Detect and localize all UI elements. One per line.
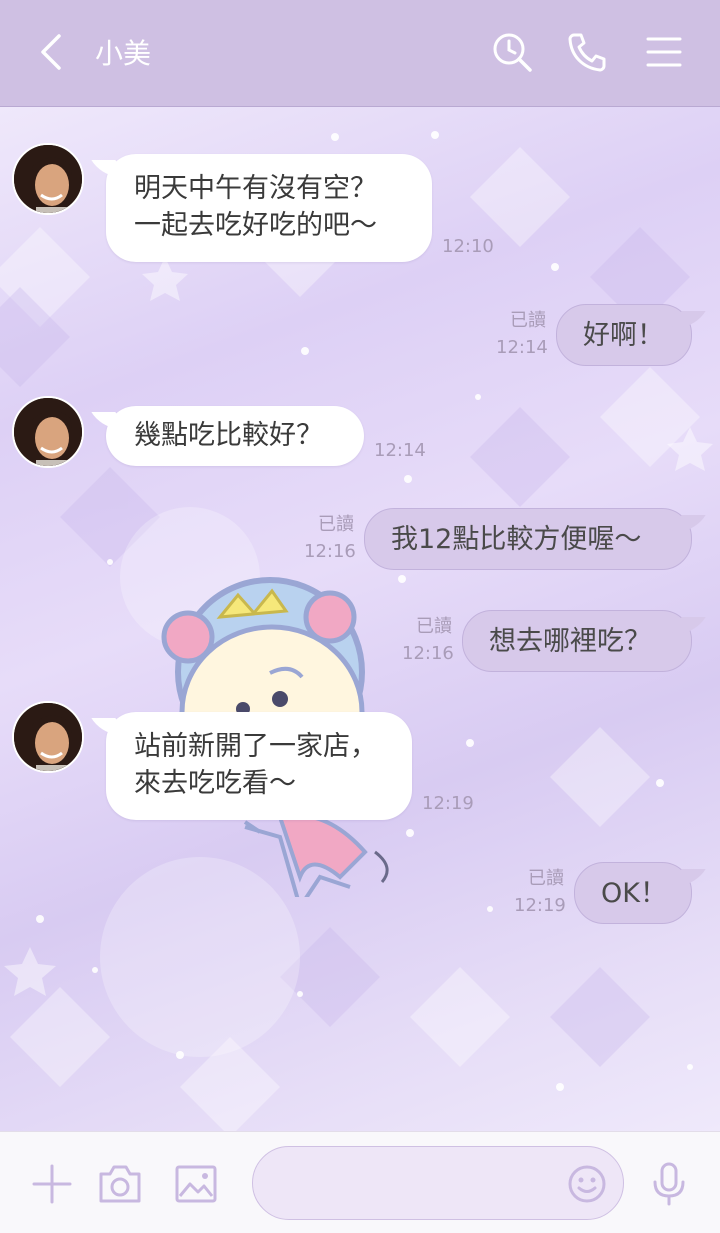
read-receipt: 已讀 [528,868,564,889]
plus-icon[interactable] [28,1160,76,1208]
chat-area[interactable]: 明天中午有沒有空？ 一起去吃好吃的吧～ 12:10 已讀 12:14 好啊！ 幾… [0,107,720,1131]
message-bubble-outgoing[interactable]: OK！ [574,862,692,924]
message-line: 幾點吃比較好？ [134,420,323,451]
contact-avatar[interactable] [12,396,84,468]
message-time: 12:14 [496,337,548,358]
message-time: 12:16 [304,541,356,562]
message-line: 來去吃吃看～ [134,768,296,799]
message-input[interactable] [277,1165,551,1203]
emoji-icon[interactable] [567,1164,607,1204]
message-text-box[interactable] [252,1146,624,1220]
message-time: 12:16 [402,643,454,664]
camera-icon[interactable] [96,1160,144,1208]
message-line: 明天中午有沒有空？ [134,173,377,204]
message-bubble-incoming[interactable]: 站前新開了一家店， 來去吃吃看～ [106,712,412,820]
message-text: OK！ [601,878,667,909]
read-receipt: 已讀 [510,310,546,331]
contact-avatar[interactable] [12,701,84,773]
read-receipt: 已讀 [318,514,354,535]
message-text: 我12點比較方便喔～ [391,524,642,555]
message-text: 好啊！ [583,320,664,351]
chat-header: 小美 [0,0,720,107]
message-bubble-outgoing[interactable]: 好啊！ [556,304,692,366]
message-bubble-incoming[interactable]: 幾點吃比較好？ [106,406,364,466]
message-line: 一起去吃好吃的吧～ [134,210,377,241]
back-chevron-icon[interactable] [30,30,74,74]
read-receipt: 已讀 [416,616,452,637]
message-time: 12:14 [374,440,426,461]
search-clock-icon[interactable] [490,30,534,74]
message-text: 想去哪裡吃？ [489,626,651,657]
contact-name[interactable]: 小美 [95,36,151,72]
hamburger-menu-icon[interactable] [642,30,686,74]
message-bubble-outgoing[interactable]: 想去哪裡吃？ [462,610,692,672]
message-input-bar [0,1131,720,1233]
image-icon[interactable] [172,1160,220,1208]
phone-icon[interactable] [565,30,609,74]
message-line: 站前新開了一家店， [134,731,377,762]
message-bubble-outgoing[interactable]: 我12點比較方便喔～ [364,508,692,570]
message-time: 12:19 [514,895,566,916]
message-bubble-incoming[interactable]: 明天中午有沒有空？ 一起去吃好吃的吧～ [106,154,432,262]
message-time: 12:10 [442,236,494,257]
contact-avatar[interactable] [12,143,84,215]
message-time: 12:19 [422,793,474,814]
microphone-icon[interactable] [645,1160,693,1208]
